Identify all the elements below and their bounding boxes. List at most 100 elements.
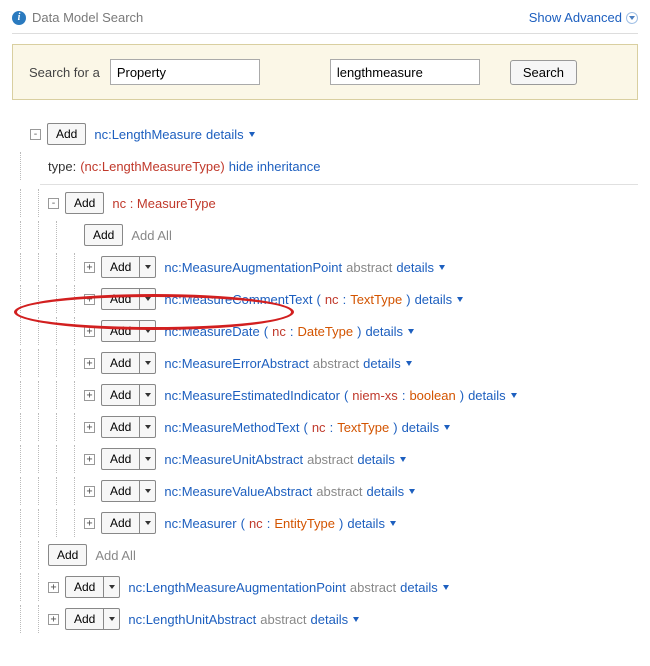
type-ns: nc [325,292,339,307]
expand-toggle[interactable]: + [84,262,95,273]
collapse-toggle[interactable]: - [30,129,41,140]
add-button[interactable]: Add [47,123,86,145]
expand-toggle[interactable]: + [84,518,95,529]
details-link[interactable]: details [347,516,396,531]
details-link[interactable]: details [206,127,255,142]
tree-row: +Addnc:LengthMeasureAugmentationPointabs… [12,571,638,603]
add-dropdown[interactable] [140,320,156,342]
expand-toggle[interactable]: + [84,486,95,497]
element-name[interactable]: nc:MeasureUnitAbstract [164,452,303,467]
type-name: DateType [297,324,353,339]
search-label: Search for a [29,65,100,80]
type-value: (nc:LengthMeasureType) [80,159,225,174]
children-list: + Add nc:MeasureAugmentationPoint abstract d… [12,251,638,539]
add-dropdown[interactable] [140,288,156,310]
element-name[interactable]: nc:MeasureErrorAbstract [164,356,309,371]
element-name[interactable]: nc:MeasureCommentText [164,292,312,307]
tree-row: +Addnc:MeasureUnitAbstractabstractdetail… [12,443,638,475]
tree-row: + Add nc:LengthUnitAbstract abstract details [12,603,638,635]
hide-inheritance-link[interactable]: hide inheritance [229,159,321,174]
tree-row: +Addnc:MeasureEstimatedIndicator( niem-x… [12,379,638,411]
add-dropdown[interactable] [140,512,156,534]
expand-toggle[interactable]: + [84,422,95,433]
abstract-label: abstract [313,356,359,371]
caret-down-icon [400,457,406,462]
add-button[interactable]: Add [101,416,140,438]
element-name[interactable]: nc:LengthMeasureAugmentationPoint [128,580,346,595]
details-link[interactable]: details [396,260,445,275]
expand-toggle[interactable]: + [48,614,59,625]
tree-row: +Addnc:MeasureDate( nc : DateType )detai… [12,315,638,347]
show-advanced-label: Show Advanced [529,10,622,25]
expand-toggle[interactable]: + [84,454,95,465]
details-link[interactable]: details [402,420,451,435]
search-type-input[interactable] [110,59,260,85]
add-button[interactable]: Add [101,288,140,310]
element-name[interactable]: nc:MeasureMethodText [164,420,299,435]
element-name[interactable]: nc:LengthMeasure [94,127,202,142]
details-link[interactable]: details [365,324,414,339]
expand-toggle[interactable]: + [48,582,59,593]
abstract-label: abstract [346,260,392,275]
show-advanced-link[interactable]: Show Advanced [529,10,638,25]
measure-type-row: - Add nc : MeasureType [12,187,638,219]
expand-toggle[interactable]: + [84,294,95,305]
add-all-label[interactable]: Add All [131,228,171,243]
search-term-input[interactable] [330,59,480,85]
caret-down-icon [406,361,412,366]
type-ns: nc [312,420,326,435]
abstract-label: abstract [260,612,306,627]
element-name[interactable]: nc:Measurer [164,516,236,531]
element-name[interactable]: nc:MeasureDate [164,324,259,339]
caret-down-icon [443,585,449,590]
add-dropdown[interactable] [140,352,156,374]
add-all-label[interactable]: Add All [95,548,135,563]
add-dropdown[interactable] [140,480,156,502]
tree-row: +Addnc:MeasureValueAbstractabstractdetai… [12,475,638,507]
caret-down-icon [457,297,463,302]
add-button[interactable]: Add [101,512,140,534]
add-dropdown[interactable] [140,256,156,278]
add-button[interactable]: Add [101,384,140,406]
result-tree: - Add nc:LengthMeasure details type: (nc… [12,118,638,635]
expand-toggle[interactable]: + [84,390,95,401]
add-button[interactable]: Add [65,576,104,598]
add-button[interactable]: Add [48,544,87,566]
type-name: boolean [409,388,455,403]
element-name[interactable]: nc:MeasureValueAbstract [164,484,312,499]
collapse-toggle[interactable]: - [48,198,59,209]
tree-row: +Addnc:MeasureMethodText( nc : TextType … [12,411,638,443]
type-name[interactable]: nc : MeasureType [112,196,215,211]
add-dropdown[interactable] [140,448,156,470]
add-button[interactable]: Add [65,192,104,214]
info-icon: i [12,11,26,25]
add-button[interactable]: Add [101,448,140,470]
details-link[interactable]: details [468,388,517,403]
details-link[interactable]: details [363,356,412,371]
add-dropdown[interactable] [140,416,156,438]
type-label: type: [48,159,76,174]
tree-row: + Add nc:MeasureAugmentationPoint abstract d… [12,251,638,283]
add-dropdown[interactable] [104,576,120,598]
element-name[interactable]: nc:MeasureAugmentationPoint [164,260,342,275]
add-button[interactable]: Add [101,480,140,502]
search-button[interactable]: Search [510,60,577,85]
details-link[interactable]: details [357,452,406,467]
panel-title: Data Model Search [32,10,143,25]
add-button[interactable]: Add [84,224,123,246]
details-link[interactable]: details [311,612,360,627]
add-button[interactable]: Add [65,608,104,630]
divider [40,184,638,185]
add-button[interactable]: Add [101,352,140,374]
details-link[interactable]: details [415,292,464,307]
expand-toggle[interactable]: + [84,358,95,369]
add-button[interactable]: Add [101,320,140,342]
element-name[interactable]: nc:LengthUnitAbstract [128,612,256,627]
element-name[interactable]: nc:MeasureEstimatedIndicator [164,388,340,403]
add-button[interactable]: Add [101,256,140,278]
add-dropdown[interactable] [140,384,156,406]
details-link[interactable]: details [367,484,416,499]
details-link[interactable]: details [400,580,449,595]
add-dropdown[interactable] [104,608,120,630]
expand-toggle[interactable]: + [84,326,95,337]
